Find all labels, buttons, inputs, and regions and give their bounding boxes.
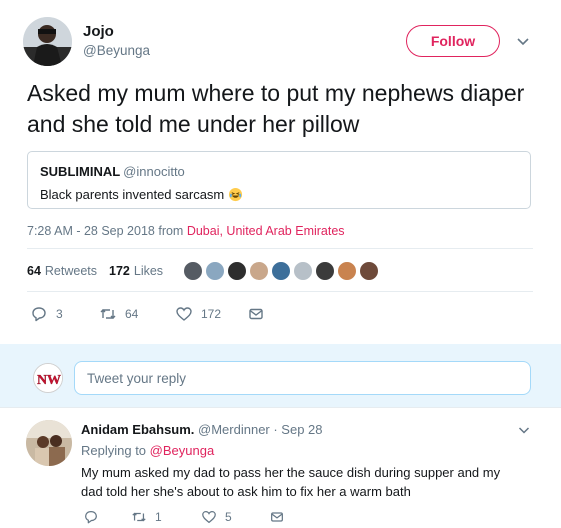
tweet-stats: 64 Retweets 172 Likes — [27, 261, 381, 281]
reply-like-count: 5 — [225, 510, 232, 524]
like-button[interactable]: 172 — [175, 305, 247, 323]
direct-message-button[interactable] — [269, 509, 285, 525]
reply-author-meta: @Merdinner · Sep 28 — [194, 422, 323, 437]
like-count: 172 — [201, 307, 222, 321]
reply-count: 3 — [56, 307, 63, 321]
reply-actions: 1 5 — [83, 509, 285, 525]
liker-avatar[interactable] — [271, 261, 292, 281]
retweets-label: Retweets — [44, 264, 98, 278]
like-button[interactable]: 5 — [201, 509, 269, 525]
heart-icon — [176, 307, 192, 321]
retweets-stat[interactable]: 64 Retweets — [27, 264, 97, 278]
tweet-header: Jojo @Beyunga Follow — [23, 17, 543, 67]
logo-text: NW — [37, 373, 61, 388]
retweet-button[interactable]: 1 — [131, 509, 201, 525]
avatar[interactable] — [26, 420, 72, 466]
reply-author-name[interactable]: Anidam Ebahsum. — [81, 422, 194, 437]
divider — [27, 248, 533, 249]
reply-icon — [85, 511, 97, 524]
retweet-icon — [132, 512, 146, 522]
reply-input[interactable]: Tweet your reply — [74, 361, 531, 395]
liker-avatar[interactable] — [337, 261, 358, 281]
envelope-icon — [271, 512, 283, 522]
retweet-count: 64 — [125, 307, 139, 321]
liker-avatar[interactable] — [183, 261, 204, 281]
liker-avatar[interactable] — [249, 261, 270, 281]
replying-to-mention[interactable]: @Beyunga — [150, 443, 215, 458]
liker-avatar[interactable] — [359, 261, 380, 281]
reply-button[interactable] — [83, 509, 131, 525]
reply-text: My mum asked my dad to pass her the sauc… — [81, 465, 501, 499]
chevron-down-icon[interactable] — [516, 422, 532, 438]
reply-icon — [32, 307, 46, 322]
location-link[interactable]: Dubai, United Arab Emirates — [187, 224, 345, 238]
user-avatar-logo[interactable]: NW — [33, 363, 63, 393]
reply-header: Anidam Ebahsum. @Merdinner · Sep 28 — [81, 422, 323, 437]
heart-icon — [202, 511, 216, 524]
direct-message-button[interactable] — [247, 305, 265, 323]
retweet-button[interactable]: 64 — [99, 305, 175, 323]
author-name[interactable]: Jojo — [83, 23, 114, 40]
reply-retweet-count: 1 — [155, 510, 162, 524]
laughing-emoji-icon — [229, 187, 243, 202]
tweet-timestamp: 7:28 AM - 28 Sep 2018 from Dubai, United… — [27, 224, 345, 238]
replying-to: Replying to @Beyunga — [81, 443, 214, 458]
quoted-tweet[interactable]: SUBLIMINAL @innocitto Black parents inven… — [27, 151, 531, 209]
likes-label: Likes — [133, 264, 164, 278]
liker-avatar[interactable] — [315, 261, 336, 281]
tweet-actions: 3 64 172 — [30, 305, 265, 323]
quote-author-handle: @innocitto — [123, 164, 185, 179]
likes-count: 172 — [109, 264, 130, 278]
chevron-down-icon[interactable] — [513, 31, 533, 51]
reply-compose-area: NW Tweet your reply — [0, 344, 561, 407]
reply-button[interactable]: 3 — [30, 305, 99, 323]
author-handle[interactable]: @Beyunga — [83, 43, 150, 58]
envelope-icon — [249, 308, 263, 320]
liker-avatar[interactable] — [227, 261, 248, 281]
tweet-text: Asked my mum where to put my nephews dia… — [27, 80, 525, 137]
retweet-icon — [100, 309, 116, 319]
retweets-count: 64 — [27, 264, 41, 278]
divider — [27, 291, 533, 292]
quote-author-name: SUBLIMINAL — [40, 164, 121, 179]
likers-avatars — [183, 261, 381, 281]
follow-button[interactable]: Follow — [406, 25, 500, 57]
reply-tweet[interactable]: Anidam Ebahsum. @Merdinner · Sep 28 Repl… — [0, 408, 561, 528]
quote-text: Black parents invented sarcasm — [40, 187, 225, 202]
avatar[interactable] — [23, 17, 72, 66]
liker-avatar[interactable] — [205, 261, 226, 281]
replying-to-label: Replying to — [81, 443, 150, 458]
likes-stat[interactable]: 172 Likes — [109, 264, 163, 278]
timestamp-text: 7:28 AM - 28 Sep 2018 from — [27, 224, 187, 238]
liker-avatar[interactable] — [293, 261, 314, 281]
